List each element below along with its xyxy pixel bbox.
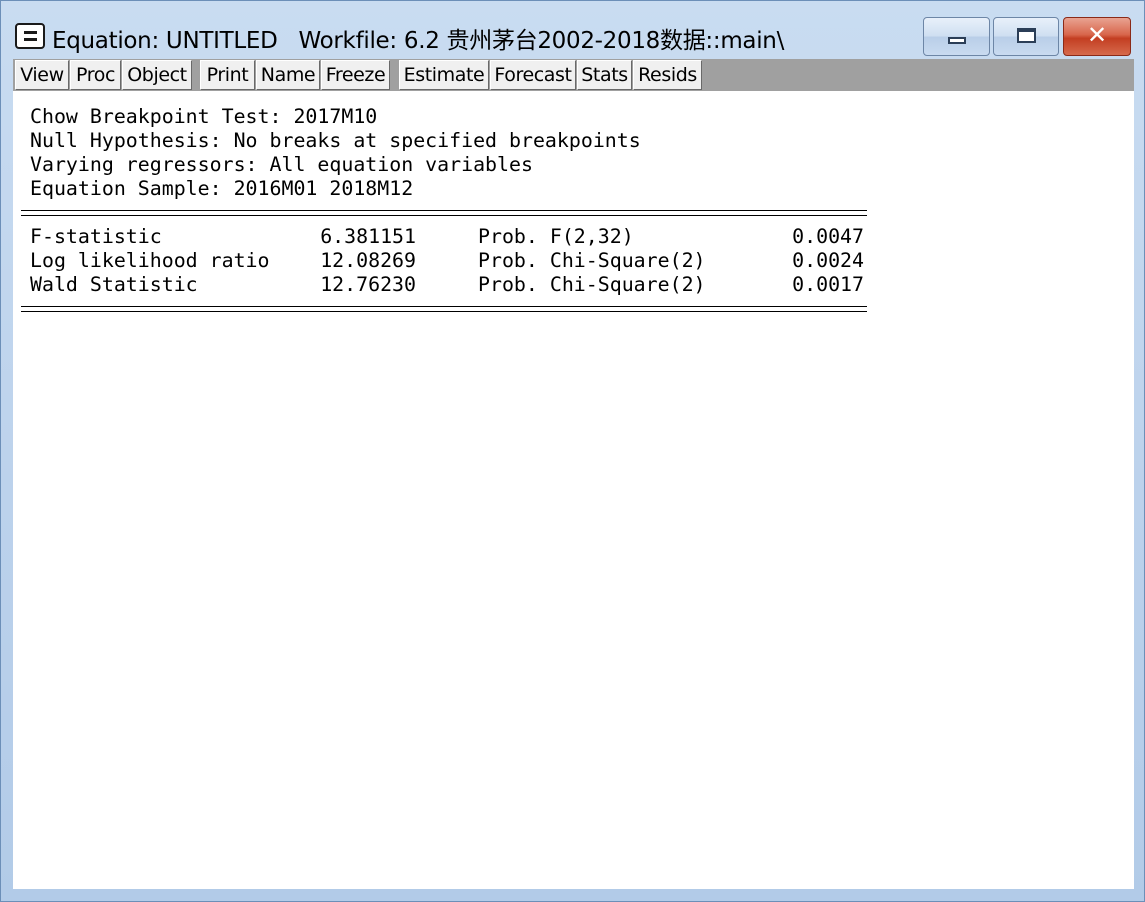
test-title-line: Chow Breakpoint Test: 2017M10: [30, 105, 378, 128]
stat-label: Log likelihood ratio: [30, 249, 270, 272]
prob-label: Prob. Chi-Square(2): [478, 273, 706, 296]
maximize-button[interactable]: [993, 17, 1059, 56]
stat-value: 12.08269: [320, 249, 416, 272]
output-view[interactable]: Chow Breakpoint Test: 2017M10 Null Hypot…: [13, 91, 1134, 889]
maximize-icon: [1017, 28, 1036, 43]
stat-value: 6.381151: [320, 225, 416, 248]
prob-value: 0.0024: [792, 249, 864, 272]
stat-label: F-statistic: [30, 225, 162, 248]
close-icon: ✕: [1086, 21, 1108, 49]
prob-value: 0.0047: [792, 225, 864, 248]
prob-value: 0.0017: [792, 273, 864, 296]
stat-label: Wald Statistic: [30, 273, 198, 296]
minimize-button[interactable]: [923, 17, 990, 56]
table-top-rule: [21, 210, 867, 211]
toolbar-forecast-button[interactable]: Forecast: [490, 60, 576, 90]
toolbar-print-button[interactable]: Print: [200, 60, 255, 90]
toolbar-object-button[interactable]: Object: [122, 60, 192, 90]
prob-label: Prob. Chi-Square(2): [478, 249, 706, 272]
table-top-rule-double: [21, 215, 867, 216]
minimize-icon: [948, 37, 966, 44]
toolbar-proc-button[interactable]: Proc: [70, 60, 121, 90]
stat-value: 12.76230: [320, 273, 416, 296]
equation-window: Equation: UNTITLED Workfile: 6.2 贵州茅台200…: [0, 0, 1145, 902]
table-bottom-rule-double: [21, 311, 867, 312]
toolbar-freeze-button[interactable]: Freeze: [321, 60, 390, 90]
varying-regressors-line: Varying regressors: All equation variabl…: [30, 153, 533, 176]
table-bottom-rule: [21, 306, 867, 307]
equation-object-icon[interactable]: [15, 23, 45, 49]
toolbar-name-button[interactable]: Name: [256, 60, 320, 90]
toolbar-stats-button[interactable]: Stats: [577, 60, 632, 90]
equation-sample-line: Equation Sample: 2016M01 2018M12: [30, 177, 414, 200]
toolbar-view-button[interactable]: View: [15, 60, 69, 90]
title-bar[interactable]: Equation: UNTITLED Workfile: 6.2 贵州茅台200…: [1, 1, 1144, 59]
window-title: Equation: UNTITLED Workfile: 6.2 贵州茅台200…: [52, 28, 785, 54]
null-hypothesis-line: Null Hypothesis: No breaks at specified …: [30, 129, 641, 152]
prob-label: Prob. F(2,32): [478, 225, 634, 248]
toolbar-resids-button[interactable]: Resids: [633, 60, 702, 90]
toolbar-estimate-button[interactable]: Estimate: [399, 60, 489, 90]
close-button[interactable]: ✕: [1063, 17, 1131, 56]
equation-toolbar: View Proc Object Print Name Freeze Estim…: [13, 59, 1134, 91]
